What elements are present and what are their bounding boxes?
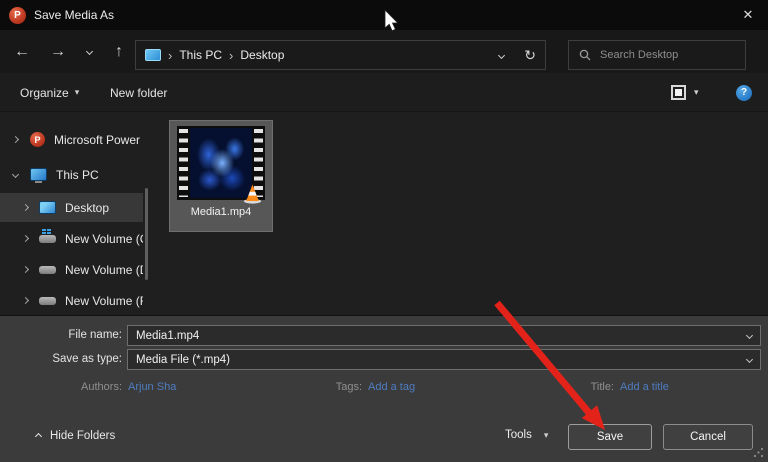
chevron-down-icon: ▾ xyxy=(75,87,80,98)
chevron-right-icon xyxy=(22,297,29,304)
file-name-field-label: File name: xyxy=(0,329,122,341)
filmstrip-left xyxy=(179,129,188,197)
dialog-body: P Microsoft Power This PC Desktop New Vo… xyxy=(0,112,768,315)
up-icon[interactable]: ↑ xyxy=(106,30,132,73)
search-icon xyxy=(579,49,591,61)
chevron-right-icon xyxy=(22,204,29,211)
chevron-right-icon xyxy=(22,266,29,273)
organize-button[interactable]: Organize ▾ xyxy=(20,73,79,112)
chevron-down-icon xyxy=(746,332,753,339)
breadcrumb-separator: › xyxy=(229,48,233,63)
file-name-label: Media1.mp4 xyxy=(170,206,272,218)
authors-value[interactable]: Arjun Sha xyxy=(128,381,176,393)
view-options-button[interactable]: ▾ xyxy=(671,73,699,112)
chevron-down-icon: ▾ xyxy=(694,87,699,98)
sidebar-item-microsoft-powerpoint[interactable]: P Microsoft Power xyxy=(0,125,143,154)
toolbar: Organize ▾ New folder ▾ ? xyxy=(0,73,768,112)
hide-folders-button[interactable]: Hide Folders xyxy=(36,430,115,442)
breadcrumb-this-pc[interactable]: This PC xyxy=(179,48,222,62)
chevron-down-icon xyxy=(12,171,19,178)
address-bar[interactable]: › This PC › Desktop ↻ xyxy=(135,40,546,70)
title-add-link[interactable]: Add a title xyxy=(620,381,669,393)
save-button[interactable]: Save xyxy=(568,424,652,450)
address-dropdown-icon[interactable] xyxy=(498,51,505,58)
system-drive-icon xyxy=(39,235,56,243)
navigation-bar: ← → ↑ › This PC › Desktop ↻ Search Deskt… xyxy=(0,30,768,73)
new-folder-button[interactable]: New folder xyxy=(110,73,167,112)
file-name-input[interactable]: Media1.mp4 xyxy=(127,325,761,346)
sidebar-item-this-pc[interactable]: This PC xyxy=(0,160,143,189)
breadcrumb-separator: › xyxy=(168,48,172,63)
search-box[interactable]: Search Desktop xyxy=(568,40,746,70)
sidebar-scrollbar[interactable] xyxy=(145,188,148,280)
chevron-right-icon xyxy=(22,235,29,242)
chevron-down-icon xyxy=(746,356,753,363)
sidebar-item-desktop[interactable]: Desktop xyxy=(0,193,143,222)
title-bar: P Save Media As ✕ xyxy=(0,0,768,30)
back-icon[interactable]: ← xyxy=(10,30,34,73)
cancel-button[interactable]: Cancel xyxy=(663,424,753,450)
drive-icon xyxy=(39,266,56,274)
tags-add-link[interactable]: Add a tag xyxy=(368,381,415,393)
view-icon xyxy=(671,85,686,100)
chevron-down-icon: ▾ xyxy=(544,430,549,441)
authors-label: Authors: xyxy=(0,381,122,393)
vlc-cone-icon xyxy=(243,183,262,204)
close-icon[interactable]: ✕ xyxy=(738,6,758,24)
sidebar-item-new-volume-d[interactable]: New Volume (D xyxy=(0,255,143,284)
title-label: Title: xyxy=(502,381,614,393)
chevron-right-icon xyxy=(12,136,19,143)
video-thumbnail xyxy=(177,126,265,200)
save-as-type-field-label: Save as type: xyxy=(0,353,122,365)
drive-icon xyxy=(39,297,56,305)
help-button[interactable]: ? xyxy=(736,73,752,112)
save-media-as-dialog: P Save Media As ✕ ← → ↑ › This PC › Desk… xyxy=(0,0,768,462)
resize-grip[interactable] xyxy=(753,447,764,458)
save-as-type-select[interactable]: Media File (*.mp4) xyxy=(127,349,761,370)
help-icon: ? xyxy=(736,85,752,101)
breadcrumb-desktop[interactable]: Desktop xyxy=(240,48,284,62)
sidebar-item-new-volume-c[interactable]: New Volume (C xyxy=(0,224,143,253)
file-tile-media1[interactable]: Media1.mp4 xyxy=(169,120,273,232)
tags-label: Tags: xyxy=(250,381,362,393)
tools-button[interactable]: Tools ▾ xyxy=(505,429,548,441)
powerpoint-icon: P xyxy=(30,132,45,147)
this-pc-icon xyxy=(30,168,47,181)
forward-icon[interactable]: → xyxy=(46,30,70,73)
sidebar-item-new-volume-f[interactable]: New Volume (F xyxy=(0,286,143,315)
chevron-up-icon xyxy=(35,432,42,439)
powerpoint-app-icon: P xyxy=(9,7,26,24)
desktop-icon xyxy=(39,201,56,214)
search-placeholder: Search Desktop xyxy=(600,49,678,61)
refresh-icon[interactable]: ↻ xyxy=(524,47,536,64)
window-title: Save Media As xyxy=(34,8,114,22)
this-pc-icon xyxy=(145,49,161,61)
recent-locations-icon[interactable] xyxy=(79,30,99,73)
